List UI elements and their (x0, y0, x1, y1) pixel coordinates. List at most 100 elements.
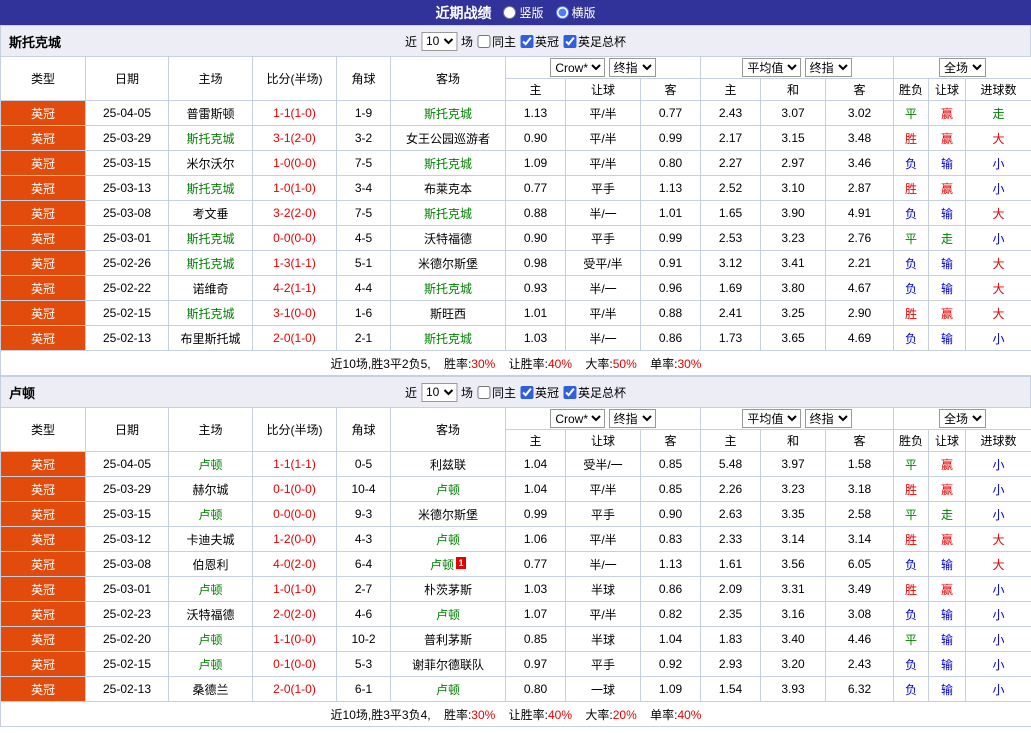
match-score: 1-0(1-0) (252, 576, 337, 602)
result-goals: 小 (965, 150, 1031, 176)
avg-select-group: 平均值 终指 (699, 407, 895, 430)
odds-away: 0.86 (640, 325, 701, 351)
match-row: 英冠 25-02-26 斯托克城 1-3(1-1) 5-1 米德尔斯堡 0.98 受平/半 0.… (0, 250, 1031, 276)
matches-label: 场 (460, 34, 473, 49)
average-select[interactable]: 平均值 (742, 58, 802, 77)
avg-time-select[interactable]: 终指 (804, 58, 852, 77)
corner-score: 0-5 (336, 451, 391, 477)
team-header: 卢顿 近 10 场 同主 英冠 英足总杯 (0, 376, 1031, 407)
col-goals: 进球数 (965, 429, 1031, 452)
league-badge: 英冠 (0, 576, 86, 602)
league-badge: 英冠 (0, 175, 86, 201)
championship-checkbox[interactable] (520, 385, 534, 399)
avg-home: 3.12 (700, 250, 761, 276)
avg-away: 1.58 (824, 451, 895, 477)
result-handicap: 赢 (928, 526, 967, 552)
result-goals: 走 (965, 100, 1031, 126)
match-count-select[interactable]: 10 (420, 31, 457, 51)
result-goals: 小 (965, 325, 1031, 351)
horizontal-radio-icon[interactable] (555, 6, 569, 19)
home-team: 卡迪夫城 (168, 526, 253, 552)
col-odds-home: 主 (505, 429, 566, 452)
home-team: 普雷斯顿 (168, 100, 253, 126)
avg-home: 5.48 (700, 451, 761, 477)
avg-away: 3.49 (824, 576, 895, 602)
col-result: 胜负 (893, 429, 930, 452)
avg-draw: 3.35 (760, 501, 826, 527)
result-goals: 小 (965, 225, 1031, 251)
col-home: 主场 (168, 56, 253, 101)
championship-checkbox[interactable] (520, 34, 534, 48)
filter-championship[interactable]: 英冠 (520, 33, 559, 50)
filter-championship[interactable]: 英冠 (520, 384, 559, 401)
view-option-vertical[interactable]: 竖版 (503, 4, 544, 21)
bookmaker-select[interactable]: Crow* (550, 409, 606, 428)
avg-away: 3.02 (824, 100, 895, 126)
avg-draw: 3.23 (760, 225, 826, 251)
odds-away: 1.09 (640, 676, 701, 702)
avg-time-select[interactable]: 终指 (804, 409, 852, 428)
match-score: 1-1(0-0) (252, 626, 337, 652)
result-wdl: 平 (893, 225, 930, 251)
odds-time-select[interactable]: 终指 (608, 58, 656, 77)
vertical-radio-icon[interactable] (503, 6, 517, 19)
match-score: 4-2(1-1) (252, 275, 337, 301)
match-score: 3-1(0-0) (252, 300, 337, 326)
odds-handicap: 半/一 (565, 551, 641, 577)
avg-away: 3.46 (824, 150, 895, 176)
home-team: 卢顿 (168, 501, 253, 527)
avg-home: 1.61 (700, 551, 761, 577)
same-home-checkbox[interactable] (476, 34, 490, 48)
scope-select[interactable]: 全场 (939, 58, 987, 77)
same-home-checkbox[interactable] (476, 385, 490, 399)
result-wdl: 负 (893, 275, 930, 301)
corner-score: 4-4 (336, 275, 391, 301)
match-row: 英冠 25-03-29 斯托克城 3-1(2-0) 3-2 女王公园巡游者 0.90 平/半 0… (0, 125, 1031, 151)
avg-away: 2.21 (824, 250, 895, 276)
away-team: 米德尔斯堡 (390, 501, 506, 527)
header-row-top: 类型 日期 主场 比分(半场) 角球 客场 Crow* 终指 平均值 终指 全场 (0, 56, 1031, 101)
average-select[interactable]: 平均值 (742, 409, 802, 428)
filter-facup[interactable]: 英足总杯 (563, 384, 626, 401)
odds-handicap: 平/半 (565, 300, 641, 326)
odds-handicap: 半/一 (565, 275, 641, 301)
corner-score: 7-5 (336, 150, 391, 176)
filter-same-home[interactable]: 同主 (476, 33, 516, 50)
result-handicap: 输 (928, 651, 967, 677)
result-handicap: 走 (928, 501, 967, 527)
odds-home: 1.09 (505, 150, 566, 176)
filter-same-home[interactable]: 同主 (476, 384, 516, 401)
match-count-select[interactable]: 10 (420, 382, 457, 402)
stoke-matches-table: 类型 日期 主场 比分(半场) 角球 客场 Crow* 终指 平均值 终指 全场… (0, 56, 1031, 376)
scope-select[interactable]: 全场 (939, 409, 987, 428)
odds-away: 0.77 (640, 100, 701, 126)
avg-home: 2.52 (700, 175, 761, 201)
odds-home: 1.04 (505, 451, 566, 477)
odds-home: 1.04 (505, 476, 566, 502)
league-badge: 英冠 (0, 651, 86, 677)
result-wdl: 负 (893, 325, 930, 351)
odds-home: 1.01 (505, 300, 566, 326)
home-team: 卢顿 (168, 451, 253, 477)
avg-draw: 3.40 (760, 626, 826, 652)
odds-home: 1.03 (505, 325, 566, 351)
result-handicap: 输 (928, 676, 967, 702)
odds-home: 0.88 (505, 200, 566, 226)
facup-checkbox[interactable] (563, 34, 577, 48)
avg-away: 3.08 (824, 601, 895, 627)
bookmaker-select[interactable]: Crow* (550, 58, 606, 77)
facup-checkbox[interactable] (563, 385, 577, 399)
away-team: 卢顿 (390, 601, 506, 627)
avg-home: 1.54 (700, 676, 761, 702)
view-option-horizontal[interactable]: 横版 (555, 4, 596, 21)
home-team: 沃特福德 (168, 601, 253, 627)
odds-handicap: 一球 (565, 676, 641, 702)
avg-draw: 3.20 (760, 651, 826, 677)
result-handicap: 输 (928, 200, 967, 226)
odds-handicap: 半/一 (565, 200, 641, 226)
summary-stat: 让胜率:40% (508, 356, 573, 371)
filter-facup[interactable]: 英足总杯 (563, 33, 626, 50)
odds-time-select[interactable]: 终指 (608, 409, 656, 428)
col-avg-away: 客 (824, 78, 895, 101)
league-badge: 英冠 (0, 526, 86, 552)
